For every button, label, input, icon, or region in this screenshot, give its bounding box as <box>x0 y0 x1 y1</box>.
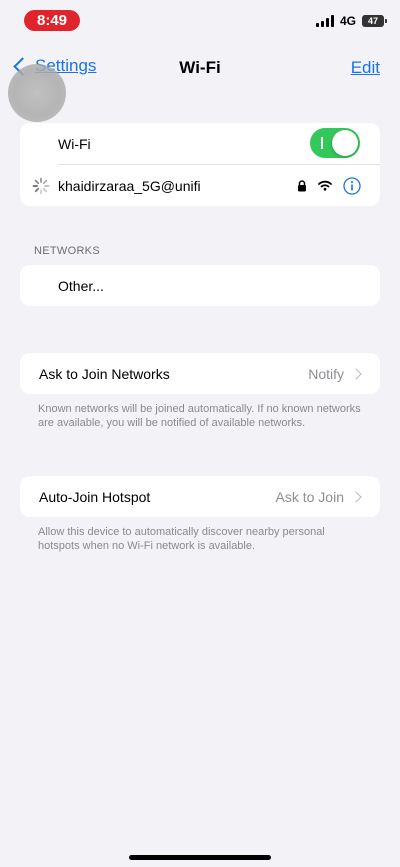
other-network-label: Other... <box>58 277 104 294</box>
info-icon[interactable] <box>342 165 362 206</box>
chevron-right-icon <box>350 490 362 503</box>
navigation-bar: Settings Wi-Fi Edit <box>0 52 400 86</box>
auto-join-footnote: Allow this device to automatically disco… <box>38 526 325 552</box>
ask-to-join-card: Ask to Join Networks Notify <box>20 353 380 394</box>
wifi-card: Wi-Fi khaidirzaraa_5G@unifi <box>20 123 380 206</box>
wifi-toggle-row: Wi-Fi <box>20 123 380 164</box>
ask-to-join-label: Ask to Join Networks <box>39 365 170 382</box>
auto-join-card: Auto-Join Hotspot Ask to Join <box>20 476 380 517</box>
home-indicator[interactable] <box>129 855 271 860</box>
page-title: Wi-Fi <box>179 58 221 77</box>
toggle-knob <box>332 130 358 156</box>
connected-network-row[interactable]: khaidirzaraa_5G@unifi <box>20 165 380 206</box>
loading-spinner-icon <box>32 177 50 195</box>
ask-to-join-value: Notify <box>308 365 344 382</box>
auto-join-label: Auto-Join Hotspot <box>39 488 151 505</box>
network-type-label: 4G <box>339 14 356 28</box>
wifi-toggle[interactable] <box>310 128 360 158</box>
chevron-right-icon <box>350 367 362 380</box>
auto-join-value: Ask to Join <box>275 488 344 505</box>
networks-section-header: NETWORKS <box>34 245 100 257</box>
status-time: 8:49 <box>24 10 80 31</box>
toggle-on-mark <box>321 137 323 149</box>
auto-join-row[interactable]: Auto-Join Hotspot Ask to Join <box>20 476 380 517</box>
lock-icon <box>296 165 308 206</box>
ask-to-join-row[interactable]: Ask to Join Networks Notify <box>20 353 380 394</box>
cellular-signal-icon <box>315 15 334 27</box>
networks-card: Other... <box>20 265 380 306</box>
status-bar: 8:49 4G 47 <box>0 0 400 44</box>
ask-to-join-footnote: Known networks will be joined automatica… <box>38 403 361 429</box>
status-indicators: 4G 47 <box>315 14 387 28</box>
wifi-signal-icon <box>318 165 332 206</box>
edit-button[interactable]: Edit <box>351 58 380 78</box>
other-network-row[interactable]: Other... <box>20 265 380 306</box>
battery-icon: 47 <box>362 15 387 27</box>
